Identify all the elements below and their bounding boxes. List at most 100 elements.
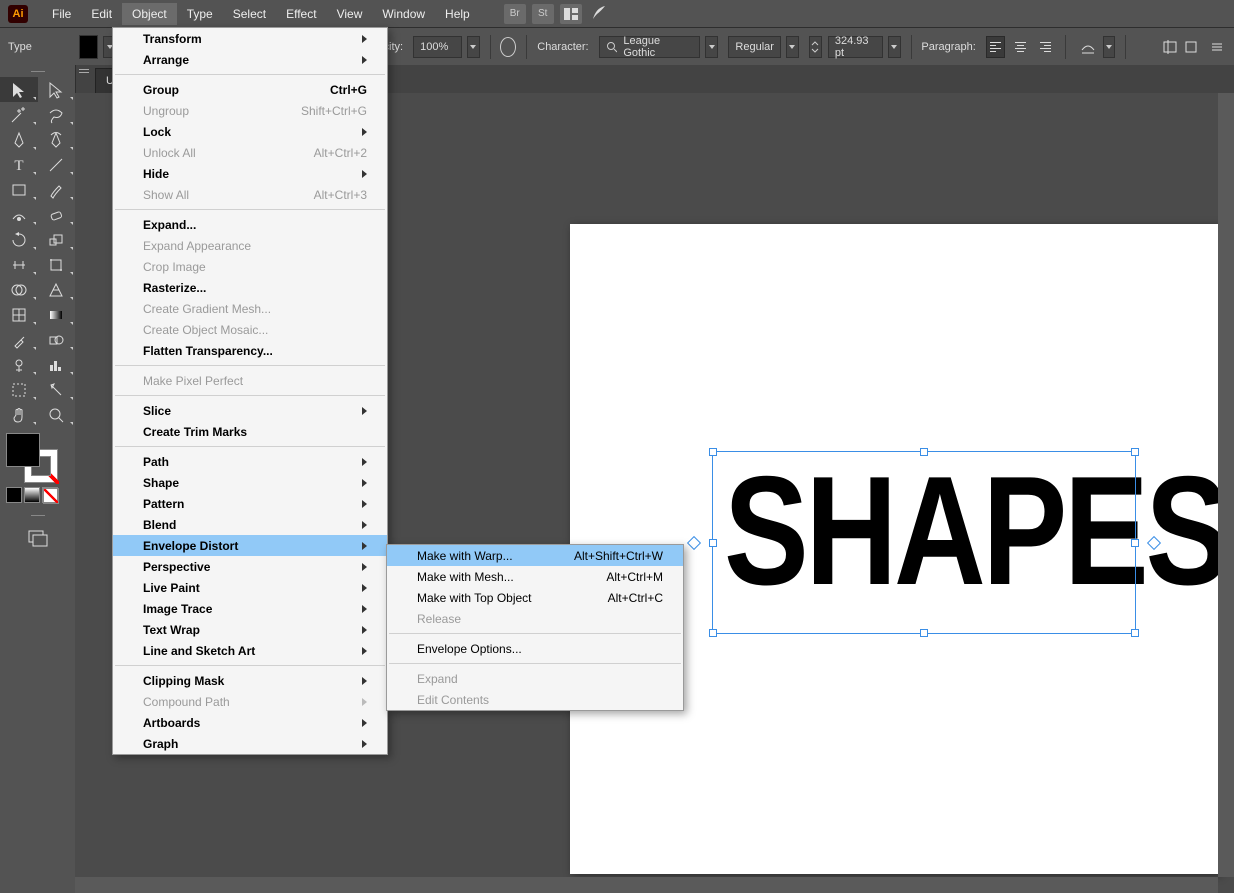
- align-right-button[interactable]: [1036, 36, 1055, 58]
- tab-handle-icon[interactable]: [79, 69, 89, 89]
- mesh-tool[interactable]: [0, 302, 38, 327]
- align-center-button[interactable]: [1011, 36, 1030, 58]
- slice-tool[interactable]: [38, 377, 76, 402]
- menu-select[interactable]: Select: [223, 3, 276, 25]
- menu-effect[interactable]: Effect: [276, 3, 326, 25]
- object-menu-hide[interactable]: Hide: [113, 163, 387, 184]
- width-tool[interactable]: [0, 252, 38, 277]
- hand-tool[interactable]: [0, 402, 38, 427]
- screen-mode-button[interactable]: [0, 529, 75, 547]
- solid-color-icon[interactable]: [6, 487, 22, 503]
- fill-swatch[interactable]: [79, 35, 98, 59]
- menu-help[interactable]: Help: [435, 3, 480, 25]
- object-menu-rasterize[interactable]: Rasterize...: [113, 277, 387, 298]
- object-menu-line-and-sketch-art[interactable]: Line and Sketch Art: [113, 640, 387, 661]
- curvature-tool[interactable]: [38, 127, 76, 152]
- eyedropper-tool[interactable]: [0, 327, 38, 352]
- object-menu-slice[interactable]: Slice: [113, 400, 387, 421]
- align-to-icon[interactable]: [1158, 36, 1180, 58]
- isolate-icon[interactable]: [1180, 36, 1202, 58]
- shaper-tool[interactable]: [0, 202, 38, 227]
- font-size-dropdown[interactable]: [888, 36, 901, 58]
- font-dropdown[interactable]: [705, 36, 718, 58]
- fill-color-swatch[interactable]: [6, 433, 40, 467]
- object-menu-create-trim-marks[interactable]: Create Trim Marks: [113, 421, 387, 442]
- artboard-tool[interactable]: [0, 377, 38, 402]
- zoom-tool[interactable]: [38, 402, 76, 427]
- rotate-tool[interactable]: [0, 227, 38, 252]
- object-menu-live-paint[interactable]: Live Paint: [113, 577, 387, 598]
- gpu-icon[interactable]: [590, 4, 610, 24]
- object-menu-image-trace[interactable]: Image Trace: [113, 598, 387, 619]
- recolor-icon[interactable]: [500, 37, 516, 57]
- bridge-icon[interactable]: Br: [504, 4, 526, 24]
- blend-tool[interactable]: [38, 327, 76, 352]
- panel-handle-icon[interactable]: [0, 65, 75, 77]
- object-menu-path[interactable]: Path: [113, 451, 387, 472]
- gradient-tool[interactable]: [38, 302, 76, 327]
- fill-stroke-control[interactable]: [0, 431, 75, 485]
- shape-builder-tool[interactable]: [0, 277, 38, 302]
- opacity-dropdown[interactable]: [467, 36, 480, 58]
- object-menu-graph[interactable]: Graph: [113, 733, 387, 754]
- object-menu-lock[interactable]: Lock: [113, 121, 387, 142]
- color-mode-row: [6, 487, 75, 503]
- object-menu-perspective[interactable]: Perspective: [113, 556, 387, 577]
- object-menu-group[interactable]: GroupCtrl+G: [113, 79, 387, 100]
- rectangle-tool[interactable]: [0, 177, 38, 202]
- vertical-scrollbar[interactable]: [1218, 93, 1234, 877]
- type-tool[interactable]: T: [0, 152, 38, 177]
- object-menu-artboards[interactable]: Artboards: [113, 712, 387, 733]
- menu-window[interactable]: Window: [372, 3, 435, 25]
- direct-selection-tool[interactable]: [38, 77, 76, 102]
- gradient-icon[interactable]: [24, 487, 40, 503]
- stock-icon[interactable]: St: [532, 4, 554, 24]
- menu-file[interactable]: File: [42, 3, 81, 25]
- envelope-submenu-envelope-options[interactable]: Envelope Options...: [387, 638, 683, 659]
- scale-tool[interactable]: [38, 227, 76, 252]
- object-menu-pattern[interactable]: Pattern: [113, 493, 387, 514]
- font-style-dropdown[interactable]: [786, 36, 799, 58]
- none-color-icon[interactable]: [42, 487, 58, 503]
- object-menu-text-wrap[interactable]: Text Wrap: [113, 619, 387, 640]
- perspective-tool[interactable]: [38, 277, 76, 302]
- envelope-submenu-make-with-top-object[interactable]: Make with Top ObjectAlt+Ctrl+C: [387, 587, 683, 608]
- selection-tool[interactable]: [0, 77, 38, 102]
- free-transform-tool[interactable]: [38, 252, 76, 277]
- object-menu-flatten-transparency[interactable]: Flatten Transparency...: [113, 340, 387, 361]
- paintbrush-tool[interactable]: [38, 177, 76, 202]
- envelope-submenu-make-with-warp[interactable]: Make with Warp...Alt+Shift+Ctrl+W: [387, 545, 683, 566]
- opacity-field[interactable]: 100%: [413, 36, 462, 58]
- symbol-sprayer-tool[interactable]: [0, 352, 38, 377]
- menu-view[interactable]: View: [327, 3, 373, 25]
- menu-type[interactable]: Type: [177, 3, 223, 25]
- graph-tool[interactable]: [38, 352, 76, 377]
- arrange-docs-icon[interactable]: [560, 4, 582, 24]
- size-stepper[interactable]: [809, 36, 822, 58]
- selection-box[interactable]: [712, 451, 1136, 634]
- horizontal-scrollbar[interactable]: [75, 877, 1218, 893]
- warp-dropdown[interactable]: [1103, 36, 1116, 58]
- object-menu-expand[interactable]: Expand...: [113, 214, 387, 235]
- eraser-tool[interactable]: [38, 202, 76, 227]
- align-left-button[interactable]: [986, 36, 1005, 58]
- object-menu-crop-image: Crop Image: [113, 256, 387, 277]
- object-menu-blend[interactable]: Blend: [113, 514, 387, 535]
- magic-wand-tool[interactable]: [0, 102, 38, 127]
- font-field[interactable]: League Gothic: [599, 36, 701, 58]
- envelope-submenu-make-with-mesh[interactable]: Make with Mesh...Alt+Ctrl+M: [387, 566, 683, 587]
- object-menu-arrange[interactable]: Arrange: [113, 49, 387, 70]
- object-menu-envelope-distort[interactable]: Envelope Distort: [113, 535, 387, 556]
- object-menu-transform[interactable]: Transform: [113, 28, 387, 49]
- lasso-tool[interactable]: [38, 102, 76, 127]
- font-style-field[interactable]: Regular: [728, 36, 781, 58]
- object-menu-shape[interactable]: Shape: [113, 472, 387, 493]
- object-menu-clipping-mask[interactable]: Clipping Mask: [113, 670, 387, 691]
- more-options-icon[interactable]: [1206, 36, 1228, 58]
- menu-object[interactable]: Object: [122, 3, 177, 25]
- pen-tool[interactable]: [0, 127, 38, 152]
- menu-edit[interactable]: Edit: [81, 3, 122, 25]
- font-size-field[interactable]: 324.93 pt: [828, 36, 883, 58]
- line-tool[interactable]: [38, 152, 76, 177]
- warp-icon[interactable]: [1076, 36, 1098, 58]
